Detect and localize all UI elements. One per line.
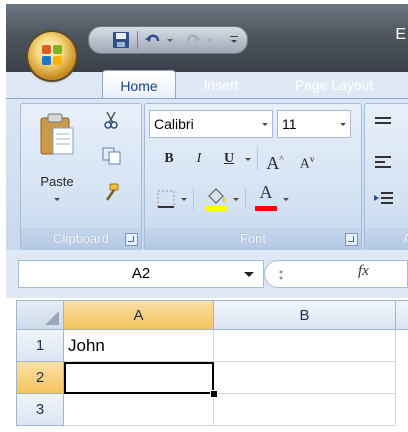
align-left-icon[interactable]: [373, 154, 395, 172]
cell-b3[interactable]: [214, 394, 396, 426]
alignment-group: A: [364, 103, 408, 251]
font-name-combo[interactable]: Calibri: [149, 110, 273, 138]
font-launcher-icon[interactable]: [345, 233, 358, 246]
row-header-1[interactable]: 1: [16, 330, 64, 362]
insert-function-icon[interactable]: fx: [358, 263, 369, 280]
underline-dropdown-icon[interactable]: [243, 146, 253, 172]
customize-qat-icon[interactable]: [227, 30, 241, 50]
column-header-b[interactable]: B: [214, 300, 396, 330]
column-header-c[interactable]: [396, 300, 408, 330]
clipboard-launcher-icon[interactable]: [125, 233, 138, 246]
fill-color-dropdown-icon[interactable]: [231, 188, 241, 210]
column-header-a[interactable]: A: [64, 300, 214, 330]
office-logo-icon: [42, 45, 62, 65]
cell-a3[interactable]: [64, 394, 214, 426]
font-color-button[interactable]: A: [253, 182, 279, 212]
paste-label: Paste: [40, 174, 74, 189]
tab-page-layout[interactable]: Page Layout: [274, 72, 394, 98]
clipboard-group-label: Clipboard: [21, 228, 141, 250]
quick-access-toolbar: [88, 26, 248, 54]
worksheet-grid: A B 1 2 3 John: [6, 298, 408, 432]
decrease-indent-icon[interactable]: [373, 190, 395, 208]
formula-bar: A2 fx: [6, 250, 408, 298]
active-cell-border: [64, 362, 214, 394]
bold-button[interactable]: B: [157, 146, 181, 172]
redo-icon[interactable]: [183, 30, 203, 50]
undo-icon[interactable]: [143, 30, 163, 50]
alignment-group-label: A: [365, 228, 408, 250]
font-name-value: Calibri: [154, 116, 194, 132]
formula-expand-icon[interactable]: [276, 268, 286, 280]
font-color-dropdown-icon[interactable]: [281, 188, 291, 210]
shrink-font-button[interactable]: Av: [295, 146, 319, 172]
row-header-3[interactable]: 3: [16, 394, 64, 426]
window-title: E: [395, 26, 406, 43]
tab-home[interactable]: Home: [102, 70, 176, 101]
font-size-value: 11: [282, 116, 297, 132]
office-button[interactable]: [28, 32, 76, 80]
font-size-combo[interactable]: 11: [277, 110, 351, 138]
borders-dropdown-icon[interactable]: [179, 188, 189, 210]
name-box-dropdown-icon[interactable]: [244, 272, 254, 277]
select-all-button[interactable]: [16, 300, 64, 330]
fill-color-button[interactable]: [203, 184, 229, 212]
borders-icon[interactable]: [155, 188, 177, 210]
paint-bucket-icon: [208, 188, 226, 204]
fill-handle[interactable]: [210, 390, 218, 398]
save-icon[interactable]: [111, 30, 131, 50]
highlight-color-bar: [205, 206, 227, 211]
redo-dropdown-icon[interactable]: [205, 30, 215, 50]
italic-button[interactable]: I: [187, 146, 211, 172]
cell-b1[interactable]: [214, 330, 396, 362]
tab-insert[interactable]: Insert: [186, 72, 256, 98]
paste-button[interactable]: Paste: [27, 108, 87, 212]
undo-dropdown-icon[interactable]: [165, 30, 175, 50]
grow-font-button[interactable]: A^: [263, 146, 287, 173]
copy-icon[interactable]: [101, 146, 123, 166]
cut-icon[interactable]: [101, 110, 121, 130]
excel-window: E Home Insert Page Layout Paste Clipboar…: [6, 4, 408, 432]
cell-a1[interactable]: John: [64, 330, 214, 362]
cell-b2[interactable]: [214, 362, 396, 394]
align-top-icon[interactable]: [373, 114, 395, 132]
font-group-label: Font: [145, 228, 361, 250]
underline-button[interactable]: U: [217, 146, 241, 172]
ribbon: Paste Clipboard Calibri 11 B I U A^ Av A…: [6, 98, 408, 251]
name-box[interactable]: A2: [18, 260, 264, 288]
font-color-letter: A: [259, 182, 273, 202]
font-group: Calibri 11 B I U A^ Av A Font: [144, 103, 362, 251]
clipboard-group: Paste Clipboard: [20, 103, 142, 251]
format-painter-icon[interactable]: [101, 182, 121, 204]
row-header-2[interactable]: 2: [16, 362, 64, 394]
paste-icon: [40, 113, 74, 155]
font-color-bar: [255, 206, 277, 211]
